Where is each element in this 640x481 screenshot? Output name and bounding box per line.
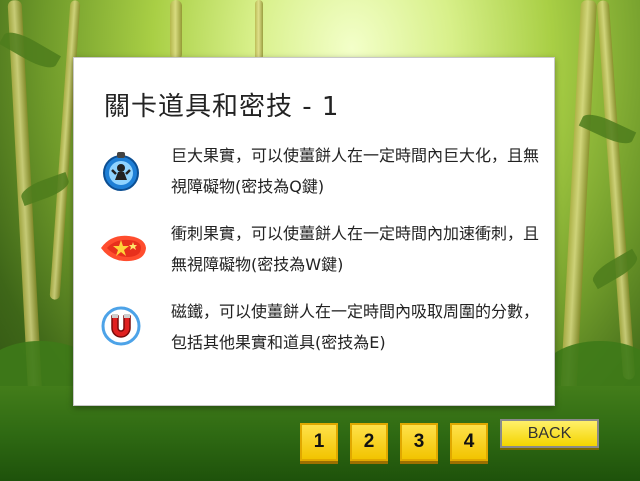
page-3-button[interactable]: 3: [400, 423, 438, 461]
page-1-button[interactable]: 1: [300, 423, 338, 461]
item-dash-fruit-text: 衝刺果實，可以使薑餅人在一定時間內加速衝刺，且無視障礙物(密技為W鍵): [171, 224, 540, 274]
item-magnet-text: 磁鐵，可以使薑餅人在一定時間內吸取周圍的分數，包括其他果實和道具(密技為E): [171, 302, 540, 352]
page-4-button[interactable]: 4: [450, 423, 488, 461]
item-magnet: 磁鐵，可以使薑餅人在一定時間內吸取周圍的分數，包括其他果實和道具(密技為E): [99, 296, 549, 366]
item-giant-fruit-text: 巨大果實，可以使薑餅人在一定時間內巨大化，且無視障礙物(密技為Q鍵): [171, 146, 540, 196]
magnet-icon: [101, 306, 141, 346]
dash-fruit-icon: [101, 235, 146, 262]
giant-fruit-icon: [103, 152, 139, 191]
item-giant-fruit: 巨大果實，可以使薑餅人在一定時間內巨大化，且無視障礙物(密技為Q鍵): [99, 140, 549, 210]
page-title: 關卡道具和密技 - 1: [104, 92, 340, 122]
back-button[interactable]: BACK: [500, 419, 599, 448]
help-panel: 關卡道具和密技 - 1 巨大果實，可以使薑餅人在一定時間內巨大化，且無視障礙物(…: [73, 57, 555, 406]
item-dash-fruit: 衝刺果實，可以使薑餅人在一定時間內加速衝刺，且無視障礙物(密技為W鍵): [99, 218, 549, 288]
page-2-button[interactable]: 2: [350, 423, 388, 461]
